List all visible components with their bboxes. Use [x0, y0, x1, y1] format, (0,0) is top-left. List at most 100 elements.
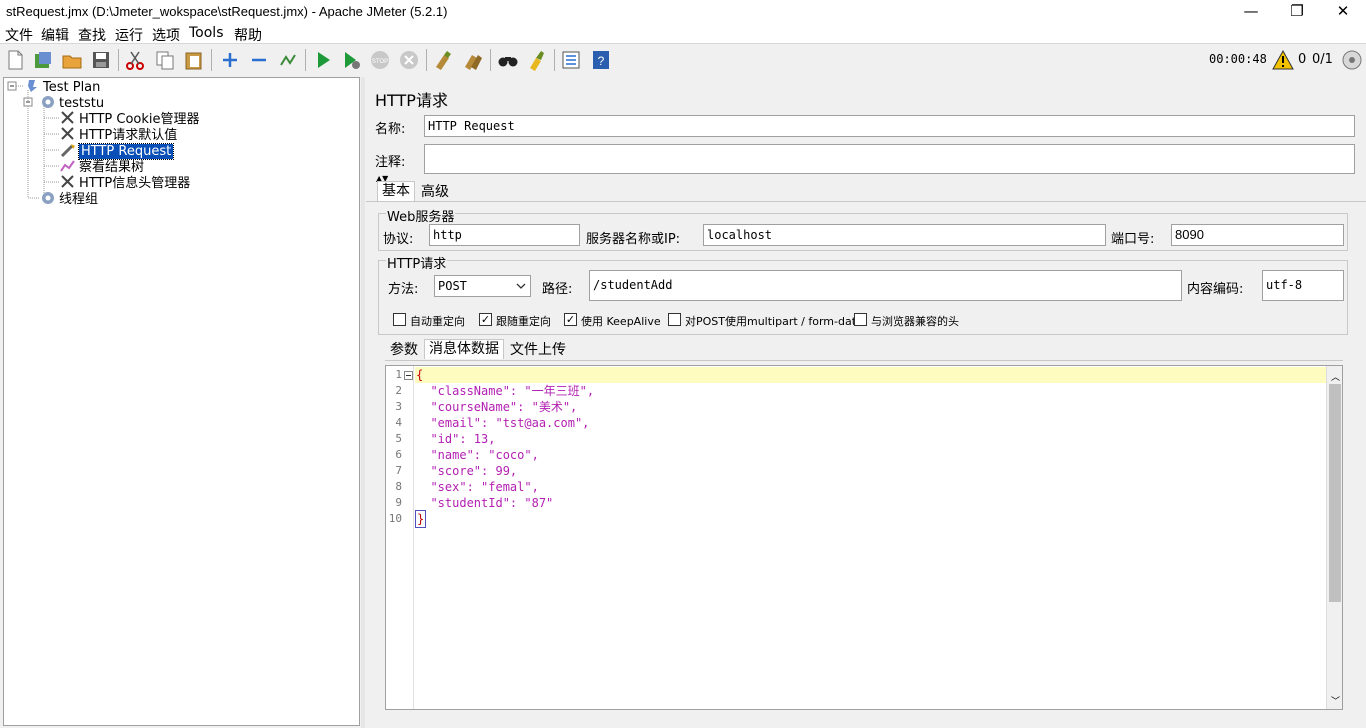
- menu-tools[interactable]: Tools: [189, 25, 224, 41]
- tree-item-cookie-manager[interactable]: HTTP Cookie管理器: [60, 111, 200, 127]
- close-button[interactable]: ✕: [1320, 0, 1366, 24]
- copy-icon[interactable]: [154, 49, 176, 71]
- comment-field[interactable]: [424, 144, 1355, 174]
- code-line: "name": "coco",: [416, 448, 539, 462]
- start-icon[interactable]: [312, 49, 334, 71]
- body-data-editor[interactable]: 1 2 3 4 5 6 7 8 9 10 { "className": "一年三…: [385, 365, 1343, 710]
- log-viewer-icon[interactable]: [1341, 49, 1363, 71]
- toggle-icon[interactable]: [277, 49, 299, 71]
- port-label: 端口号:: [1111, 232, 1155, 247]
- auto-redirect-checkbox[interactable]: [393, 313, 406, 326]
- new-icon[interactable]: [4, 49, 26, 71]
- scroll-down-icon[interactable]: ﹀: [1331, 694, 1340, 707]
- method-value: POST: [438, 279, 467, 293]
- code-line: "className": "一年三班",: [416, 384, 595, 398]
- tree-item-teststu[interactable]: teststu: [40, 95, 104, 111]
- path-label: 路径:: [542, 282, 573, 297]
- window-title: stRequest.jmx (D:\Jmeter_wokspace\stRequ…: [6, 4, 448, 19]
- encoding-field[interactable]: utf-8: [1262, 270, 1344, 301]
- config-icon: [61, 111, 74, 124]
- tree-item-request-defaults[interactable]: HTTP请求默认值: [60, 127, 177, 143]
- multipart-checkbox[interactable]: [668, 313, 681, 326]
- code-line: }: [414, 510, 427, 528]
- toolbar: STOP ? 00:00:48 0 0/1: [0, 43, 1366, 75]
- method-select[interactable]: POST: [434, 275, 531, 297]
- tab-body-data[interactable]: 消息体数据: [424, 339, 504, 359]
- clear-icon[interactable]: [432, 49, 454, 71]
- tab-parameters[interactable]: 参数: [386, 341, 422, 361]
- stop-icon[interactable]: STOP: [369, 49, 391, 71]
- warning-count: 0: [1298, 52, 1307, 67]
- tree-item-http-request[interactable]: HTTP Request: [60, 143, 175, 160]
- active-threads: 0/1: [1312, 52, 1333, 67]
- name-label: 名称:: [375, 122, 406, 137]
- clear-all-icon[interactable]: [462, 49, 484, 71]
- line-number-gutter: 1 2 3 4 5 6 7 8 9 10: [386, 366, 414, 709]
- menu-run[interactable]: 运行: [115, 25, 143, 45]
- tree-item-header-manager[interactable]: HTTP信息头管理器: [60, 175, 190, 191]
- warning-icon[interactable]: [1272, 50, 1294, 70]
- port-field[interactable]: 8090: [1171, 224, 1344, 246]
- panel-title: HTTP请求: [375, 91, 448, 110]
- open-icon[interactable]: [61, 49, 83, 71]
- keepalive-checkbox[interactable]: ✓: [564, 313, 577, 326]
- paste-icon[interactable]: [183, 49, 205, 71]
- menu-help[interactable]: 帮助: [234, 25, 262, 45]
- protocol-field[interactable]: http: [429, 224, 580, 246]
- tab-basic[interactable]: 基本: [377, 181, 415, 201]
- menu-edit[interactable]: 编辑: [41, 25, 69, 45]
- web-server-group-title: Web服务器: [386, 206, 456, 225]
- current-line-highlight: [415, 367, 1328, 383]
- fold-icon[interactable]: [404, 371, 413, 380]
- sampler-icon: [60, 144, 75, 157]
- tree-item-results-tree[interactable]: 察看结果树: [60, 159, 144, 175]
- multipart-label: 对POST使用multipart / form-data: [685, 315, 863, 328]
- follow-redirect-checkbox[interactable]: ✓: [479, 313, 492, 326]
- tab-advanced[interactable]: 高级: [417, 183, 453, 203]
- function-helper-icon[interactable]: [560, 49, 582, 71]
- start-no-pause-icon[interactable]: [340, 49, 362, 71]
- menu-options[interactable]: 选项: [152, 25, 180, 45]
- follow-redirect-label: 跟随重定向: [496, 315, 551, 328]
- thread-group-icon: [42, 96, 54, 108]
- server-label: 服务器名称或IP:: [586, 232, 681, 247]
- search-icon[interactable]: [497, 49, 519, 71]
- scroll-up-icon[interactable]: ︿: [1331, 370, 1340, 383]
- path-field[interactable]: /studentAdd: [589, 270, 1182, 301]
- help-icon[interactable]: ?: [590, 49, 612, 71]
- tree-item-thread-group[interactable]: 线程组: [40, 191, 98, 207]
- splitter[interactable]: [361, 77, 365, 728]
- svg-text:STOP: STOP: [372, 59, 388, 65]
- title-bar: stRequest.jmx (D:\Jmeter_wokspace\stRequ…: [0, 0, 1366, 24]
- expand-icon[interactable]: [219, 49, 241, 71]
- code-line: {: [416, 368, 424, 382]
- browser-headers-checkbox[interactable]: [854, 313, 867, 326]
- shutdown-icon[interactable]: [398, 49, 420, 71]
- scrollbar-thumb[interactable]: [1329, 384, 1341, 602]
- code-line: "score": 99,: [416, 464, 518, 478]
- code-line: "studentId": "87": [416, 496, 554, 510]
- method-label: 方法:: [388, 282, 419, 297]
- code-line: "id": 13,: [416, 432, 496, 446]
- menu-search[interactable]: 查找: [78, 25, 106, 45]
- minimize-button[interactable]: —: [1228, 0, 1274, 24]
- menu-file[interactable]: 文件: [5, 25, 33, 45]
- tab-file-upload[interactable]: 文件上传: [506, 341, 570, 361]
- reset-search-icon[interactable]: [526, 49, 548, 71]
- name-field[interactable]: HTTP Request: [424, 115, 1355, 137]
- config-icon: [61, 127, 74, 140]
- tree-item-test-plan[interactable]: Test Plan: [24, 79, 100, 95]
- test-plan-tree[interactable]: Test Plan teststu HTTP Cookie管理器 HTTP请求默…: [3, 77, 360, 726]
- templates-icon[interactable]: [32, 49, 54, 71]
- svg-text:?: ?: [598, 54, 605, 68]
- code-line: "courseName": "美术",: [416, 400, 578, 414]
- http-request-group-title: HTTP请求: [386, 253, 448, 272]
- code-line: "sex": "femal",: [416, 480, 539, 494]
- editor-scrollbar[interactable]: ︿ ﹀: [1326, 366, 1342, 709]
- save-icon[interactable]: [90, 49, 112, 71]
- maximize-button[interactable]: ❐: [1274, 0, 1320, 24]
- server-field[interactable]: localhost: [703, 224, 1106, 246]
- collapse-icon[interactable]: [248, 49, 270, 71]
- cut-icon[interactable]: [124, 49, 146, 71]
- browser-headers-label: 与浏览器兼容的头: [871, 315, 959, 328]
